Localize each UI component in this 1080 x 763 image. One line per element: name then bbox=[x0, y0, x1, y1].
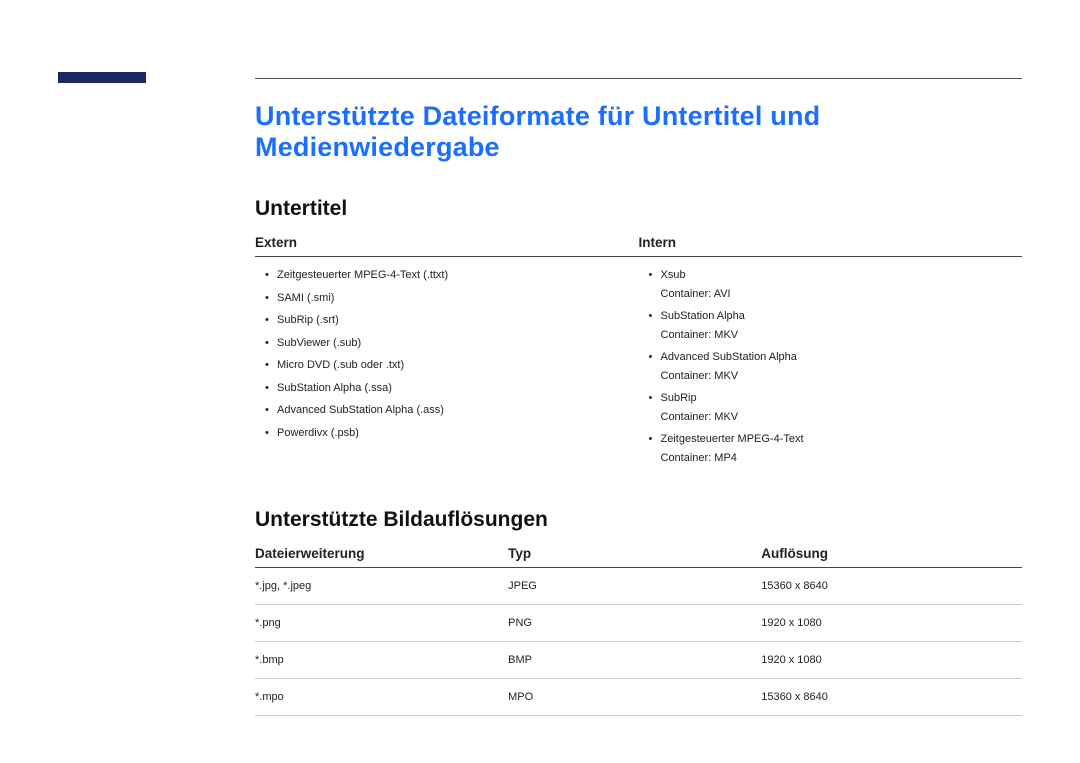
section-heading-subtitles: Untertitel bbox=[255, 197, 1022, 221]
list-item: SubStation Alpha Container: MKV bbox=[639, 308, 1023, 343]
header-rule bbox=[255, 78, 1022, 79]
item-sub: Container: MP4 bbox=[661, 450, 1023, 467]
item-text: SubStation Alpha bbox=[661, 310, 745, 322]
list-item: SubRip (.srt) bbox=[255, 312, 639, 329]
cell-res: 1920 x 1080 bbox=[761, 642, 1022, 679]
item-text: Advanced SubStation Alpha bbox=[661, 351, 797, 363]
list-item: Xsub Container: AVI bbox=[639, 267, 1023, 302]
cell-ext: *.bmp bbox=[255, 642, 508, 679]
section-heading-images: Unterstützte Bildauflösungen bbox=[255, 508, 1022, 532]
image-resolution-table: Dateierweiterung Typ Auflösung *.jpg, *.… bbox=[255, 546, 1022, 716]
cell-type: MPO bbox=[508, 679, 761, 716]
cell-type: BMP bbox=[508, 642, 761, 679]
item-sub: Container: MKV bbox=[661, 368, 1023, 385]
list-item: SubViewer (.sub) bbox=[255, 335, 639, 352]
item-text: Zeitgesteuerter MPEG-4-Text bbox=[661, 433, 804, 445]
table-row: *.mpo MPO 15360 x 8640 bbox=[255, 679, 1022, 716]
intern-list: Xsub Container: AVI SubStation Alpha Con… bbox=[639, 267, 1023, 466]
list-item: Zeitgesteuerter MPEG-4-Text (.ttxt) bbox=[255, 267, 639, 284]
list-item: SAMI (.smi) bbox=[255, 290, 639, 307]
item-sub: Container: MKV bbox=[661, 327, 1023, 344]
cell-ext: *.jpg, *.jpeg bbox=[255, 568, 508, 605]
item-text: SubRip bbox=[661, 392, 697, 404]
cell-ext: *.png bbox=[255, 605, 508, 642]
cell-type: PNG bbox=[508, 605, 761, 642]
item-sub: Container: MKV bbox=[661, 409, 1023, 426]
list-item: Advanced SubStation Alpha (.ass) bbox=[255, 402, 639, 419]
subtitle-table: Extern Intern Zeitgesteuerter MPEG-4-Tex… bbox=[255, 235, 1022, 472]
item-sub: Container: AVI bbox=[661, 286, 1023, 303]
table-row: *.bmp BMP 1920 x 1080 bbox=[255, 642, 1022, 679]
list-item: Micro DVD (.sub oder .txt) bbox=[255, 357, 639, 374]
page-content: Unterstützte Dateiformate für Untertitel… bbox=[255, 95, 1022, 716]
column-header-intern: Intern bbox=[639, 235, 1023, 257]
extern-list: Zeitgesteuerter MPEG-4-Text (.ttxt) SAMI… bbox=[255, 267, 639, 441]
list-item: Advanced SubStation Alpha Container: MKV bbox=[639, 349, 1023, 384]
column-header-ext: Dateierweiterung bbox=[255, 546, 508, 568]
cell-type: JPEG bbox=[508, 568, 761, 605]
column-header-res: Auflösung bbox=[761, 546, 1022, 568]
cell-ext: *.mpo bbox=[255, 679, 508, 716]
list-item: Powerdivx (.psb) bbox=[255, 425, 639, 442]
list-item: Zeitgesteuerter MPEG-4-Text Container: M… bbox=[639, 431, 1023, 466]
list-item: SubRip Container: MKV bbox=[639, 390, 1023, 425]
cell-res: 15360 x 8640 bbox=[761, 568, 1022, 605]
table-row: *.png PNG 1920 x 1080 bbox=[255, 605, 1022, 642]
header-accent-bar bbox=[58, 72, 146, 83]
item-text: Xsub bbox=[661, 269, 686, 281]
column-header-extern: Extern bbox=[255, 235, 639, 257]
column-header-type: Typ bbox=[508, 546, 761, 568]
list-item: SubStation Alpha (.ssa) bbox=[255, 380, 639, 397]
cell-res: 15360 x 8640 bbox=[761, 679, 1022, 716]
table-row: *.jpg, *.jpeg JPEG 15360 x 8640 bbox=[255, 568, 1022, 605]
cell-res: 1920 x 1080 bbox=[761, 605, 1022, 642]
page-title: Unterstützte Dateiformate für Untertitel… bbox=[255, 101, 1022, 163]
